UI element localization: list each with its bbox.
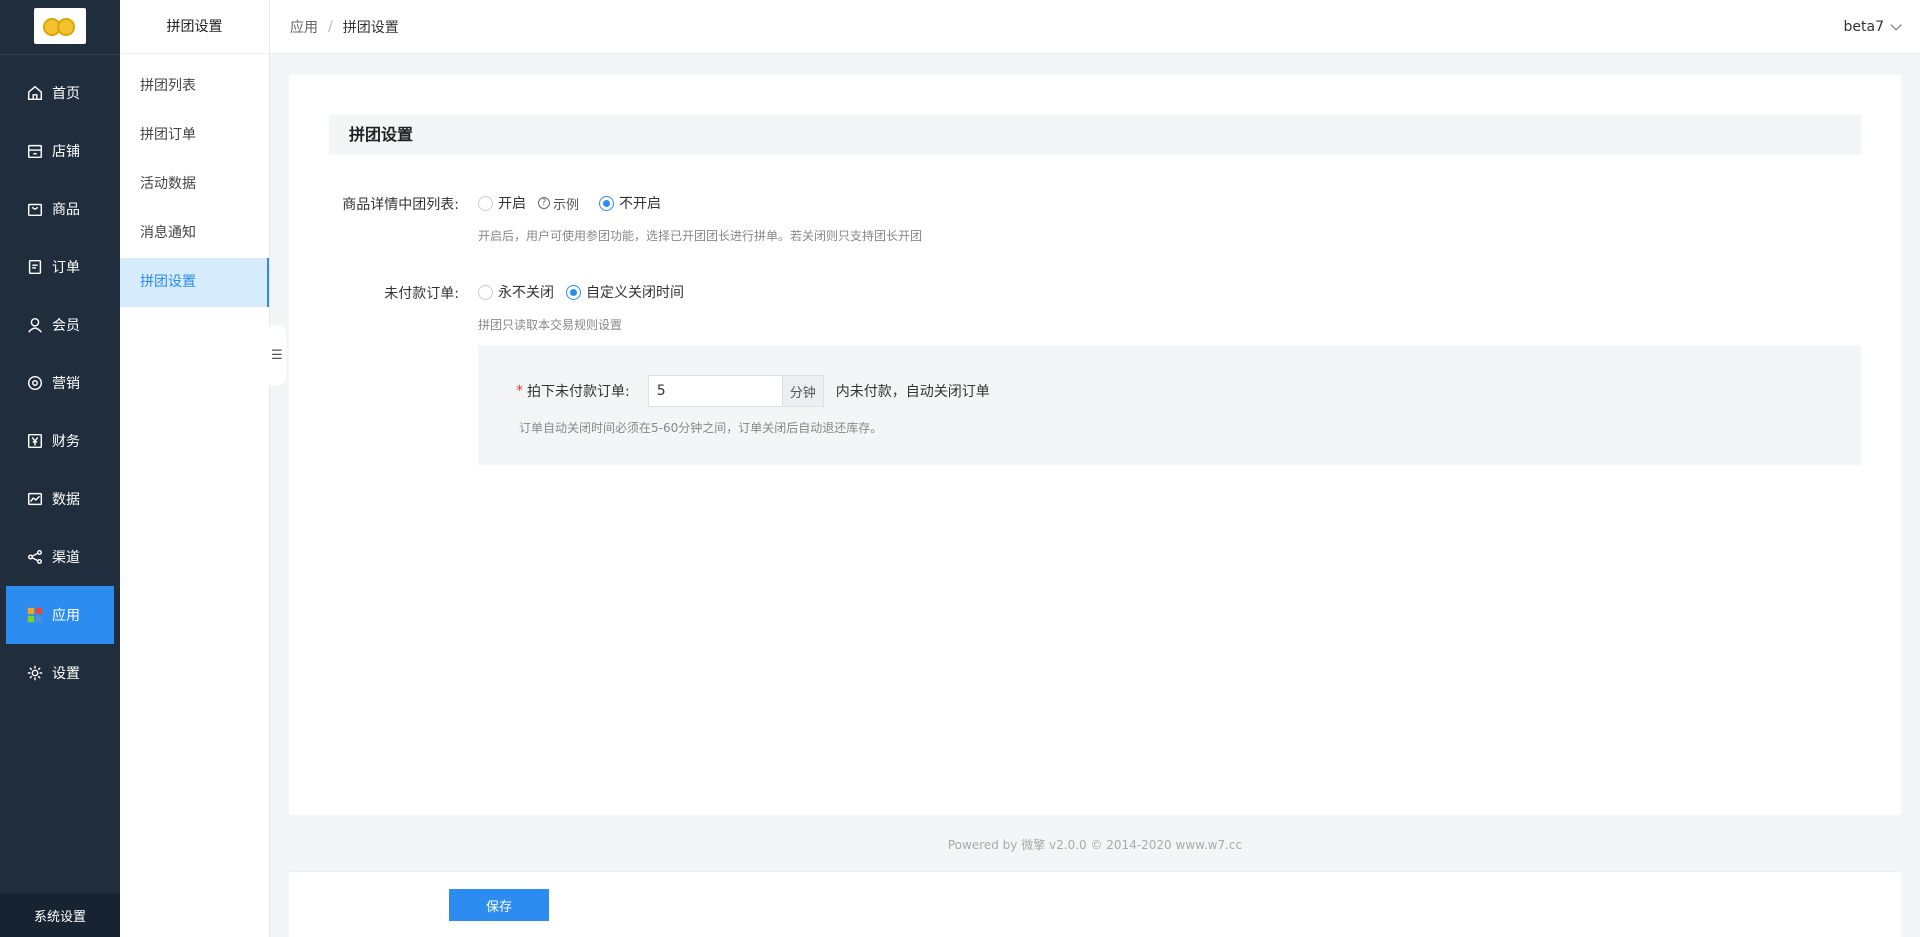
close-time-suffix: 内未付款，自动关闭订单 [835,384,990,400]
close-time-input[interactable] [647,375,782,407]
settings-card: 拼团设置 商品详情中团列表: 开启 ? 示例 不开启 开启后，用户可使用参团功能… [289,75,1901,815]
user-icon [28,317,42,333]
radio-label: 开启 [498,196,526,212]
sub-sidebar: 拼团设置 拼团列表 拼团订单 活动数据 消息通知 拼团设置 [120,0,270,937]
user-name: beta7 [1843,19,1884,35]
nav-item-label: 设置 [52,666,80,682]
main-nav: 首页 店铺 商品 订单 会员 营销 财务 数据 渠道 应用 设置 [0,64,120,702]
radio-never-close[interactable]: 永不关闭 [478,282,554,302]
bag-icon [27,203,43,217]
nav-item-label: 商品 [52,202,80,218]
group-list-help: 开启后，用户可使用参团功能，选择已开团团长进行拼单。若关闭则只支持团长开团 [478,229,923,243]
breadcrumb-link[interactable]: 应用 [290,17,318,37]
radio-label: 不开启 [619,196,662,212]
group-list-options: 开启 ? 示例 不开启 [478,193,673,213]
breadcrumb-current: 拼团设置 [342,20,399,36]
radio-custom-close-time[interactable]: 自定义关闭时间 [566,282,684,302]
radio-label: 永不关闭 [498,285,554,301]
nav-item-settings[interactable]: 设置 [0,644,120,702]
subnav-item-activity-data[interactable]: 活动数据 [120,160,269,209]
subnav-item-group-orders[interactable]: 拼团订单 [120,111,269,160]
top-header: 应用 / 拼团设置 beta7 [270,0,1920,54]
close-time-help: 订单自动关闭时间必须在5-60分钟之间，订单关闭后自动退还库存。 [519,421,883,435]
nav-item-channels[interactable]: 渠道 [0,528,120,586]
radio-group-list-off[interactable]: 不开启 [599,193,661,213]
example-link[interactable]: ? 示例 [538,194,579,213]
nav-item-label: 订单 [52,260,80,276]
logo-coin-icon [57,18,75,36]
nav-item-store[interactable]: 店铺 [0,122,120,180]
radio-label: 自定义关闭时间 [586,285,684,301]
nav-item-label: 店铺 [52,144,80,160]
nav-item-label: 渠道 [52,550,80,566]
nav-item-apps[interactable]: 应用 [6,586,114,644]
nav-item-finance[interactable]: 财务 [0,412,120,470]
bottom-action-bar: 保存 [289,871,1901,937]
section-title: 拼团设置 [329,115,1861,155]
nav-item-label: 财务 [52,434,80,450]
nav-item-label: 会员 [52,318,80,334]
sub-sidebar-title: 拼团设置 [120,0,269,54]
close-time-input-group: 分钟 [647,375,824,407]
nav-item-label: 应用 [52,608,80,624]
example-label: 示例 [553,197,580,213]
system-settings-link[interactable]: 系统设置 [0,893,120,937]
gear-icon [27,665,43,681]
nav-item-data[interactable]: 数据 [0,470,120,528]
main-sidebar: 首页 店铺 商品 订单 会员 营销 财务 数据 渠道 应用 设置 系统设置 [0,0,120,937]
share-icon [27,549,43,565]
breadcrumb-separator: / [328,19,333,35]
user-menu[interactable]: beta7 [1843,0,1902,54]
nav-item-home[interactable]: 首页 [0,64,120,122]
radio-circle [478,195,493,211]
nav-item-label: 营销 [52,376,80,392]
marketing-icon [27,375,43,391]
required-mark: * [516,383,523,399]
radio-circle [566,284,581,300]
radio-circle [478,284,493,300]
radio-circle [599,195,615,211]
apps-icon [27,607,43,623]
nav-item-label: 首页 [52,86,80,102]
chart-icon [27,492,43,506]
unpaid-order-options: 永不关闭 自定义关闭时间 [478,282,696,302]
subnav-item-group-list[interactable]: 拼团列表 [120,62,269,111]
nav-item-members[interactable]: 会员 [0,296,120,354]
save-button[interactable]: 保存 [449,889,549,921]
home-icon [27,85,43,101]
unpaid-order-help: 拼团只读取本交易规则设置 [478,318,623,332]
chevron-down-icon [1890,19,1902,31]
close-time-label: 拍下未付款订单: [527,384,630,400]
question-icon: ? [538,197,550,209]
order-icon [28,259,42,275]
breadcrumb: 应用 / 拼团设置 [290,0,399,54]
group-list-label: 商品详情中团列表: [342,197,459,213]
close-time-row: * 拍下未付款订单: 分钟 内未付款，自动关闭订单 [516,375,990,407]
subnav-item-group-settings[interactable]: 拼团设置 [120,258,269,307]
nav-item-goods[interactable]: 商品 [0,180,120,238]
finance-icon [27,433,43,449]
radio-group-list-on[interactable]: 开启 [478,193,526,213]
app-logo[interactable] [34,8,86,44]
subnav-item-notifications[interactable]: 消息通知 [120,209,269,258]
powered-by: Powered by 微擎 v2.0.0 © 2014-2020 www.w7.… [947,838,1243,852]
store-icon [27,144,43,159]
minutes-unit: 分钟 [781,375,824,407]
unpaid-order-label: 未付款订单: [384,286,459,302]
close-time-panel: * 拍下未付款订单: 分钟 内未付款，自动关闭订单 订单自动关闭时间必须在5-6… [478,345,1861,465]
nav-item-label: 数据 [52,492,80,508]
divider [0,54,120,55]
menu-collapse-icon[interactable]: ☰ [268,325,286,385]
nav-item-orders[interactable]: 订单 [0,238,120,296]
nav-item-marketing[interactable]: 营销 [0,354,120,412]
